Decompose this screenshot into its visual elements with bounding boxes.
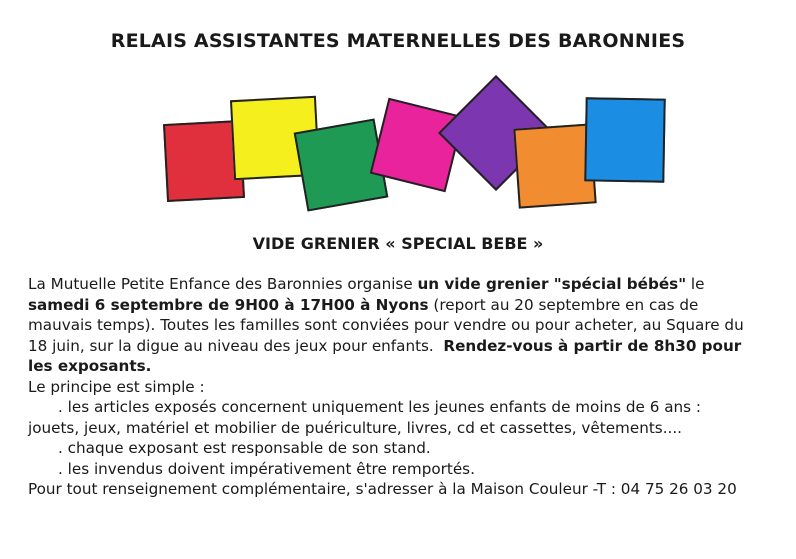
rule-1: . les articles exposés concernent unique… xyxy=(58,398,701,416)
principe-line: Le principe est simple : xyxy=(28,377,205,396)
contact-line: Pour tout renseignement complémentaire, … xyxy=(28,480,737,498)
exhibitors-bold: les exposants. xyxy=(28,357,152,375)
para-line-1: La Mutuelle Petite Enfance des Baronnies… xyxy=(28,274,790,295)
para-line-3: mauvais temps). Toutes les familles sont… xyxy=(28,316,744,334)
event-name-bold: un vide grenier "spécial bébés" xyxy=(417,275,687,293)
colored-squares xyxy=(0,0,796,240)
para-line-5: les exposants. xyxy=(28,356,790,377)
text-run: le xyxy=(686,275,705,293)
rule-2: . chaque exposant est responsable de son… xyxy=(58,439,431,457)
meeting-time-bold: Rendez-vous à partir de 8h30 pour xyxy=(443,336,742,355)
text-run: (report au 20 septembre en cas de xyxy=(428,295,699,314)
rule-1-continued: jouets, jeux, matériel et mobilier de pu… xyxy=(28,418,683,437)
text-run: 18 juin, sur la digue au niveau des jeux… xyxy=(28,336,444,355)
announcement-body: La Mutuelle Petite Enfance des Baronnies… xyxy=(28,274,790,500)
rule-3: . les invendus doivent impérativement êt… xyxy=(58,459,475,478)
event-date-bold: samedi 6 septembre de 9H00 à 17H00 à Nyo… xyxy=(28,295,429,314)
square-blue xyxy=(584,97,666,183)
para-line-4: 18 juin, sur la digue au niveau des jeux… xyxy=(28,336,790,357)
event-title: VIDE GRENIER « SPECIAL BEBE » xyxy=(252,234,544,253)
text-run: La Mutuelle Petite Enfance des Baronnies… xyxy=(28,275,418,293)
para-line-2: samedi 6 septembre de 9H00 à 17H00 à Nyo… xyxy=(28,295,790,316)
